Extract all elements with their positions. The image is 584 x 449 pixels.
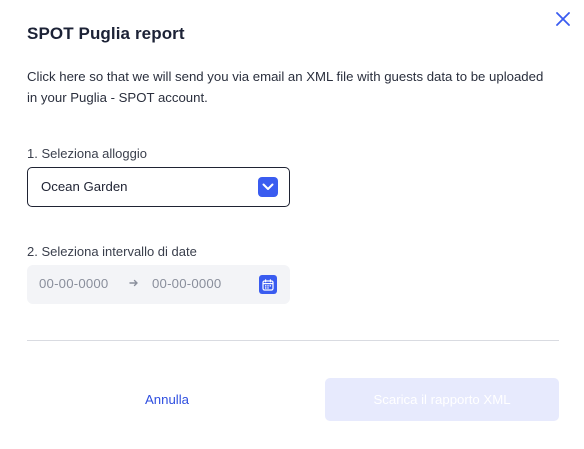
end-date-input[interactable]: 00-00-0000 <box>152 276 221 291</box>
calendar-icon <box>262 278 274 291</box>
spot-puglia-report-dialog: SPOT Puglia report Click here so that we… <box>0 0 584 449</box>
close-icon <box>556 12 570 26</box>
dialog-description: Click here so that we will send you via … <box>27 69 544 105</box>
chevron-down-icon <box>258 177 278 197</box>
accommodation-select[interactable]: Ocean Garden <box>27 167 290 207</box>
accommodation-selected-value: Ocean Garden <box>41 179 128 194</box>
accommodation-label: 1. Seleziona alloggio <box>27 146 147 161</box>
download-xml-report-button[interactable]: Scarica il rapporto XML <box>325 378 559 421</box>
calendar-button[interactable] <box>259 275 277 294</box>
close-button[interactable] <box>552 8 574 30</box>
date-range-label: 2. Seleziona intervallo di date <box>27 244 197 259</box>
start-date-input[interactable]: 00-00-0000 <box>39 276 108 291</box>
arrow-right-icon <box>129 279 138 287</box>
dialog-title: SPOT Puglia report <box>27 24 185 43</box>
cancel-button[interactable]: Annulla <box>108 379 226 419</box>
footer-divider <box>27 340 559 341</box>
date-range-picker: 00-00-0000 00-00-0000 <box>27 265 290 304</box>
